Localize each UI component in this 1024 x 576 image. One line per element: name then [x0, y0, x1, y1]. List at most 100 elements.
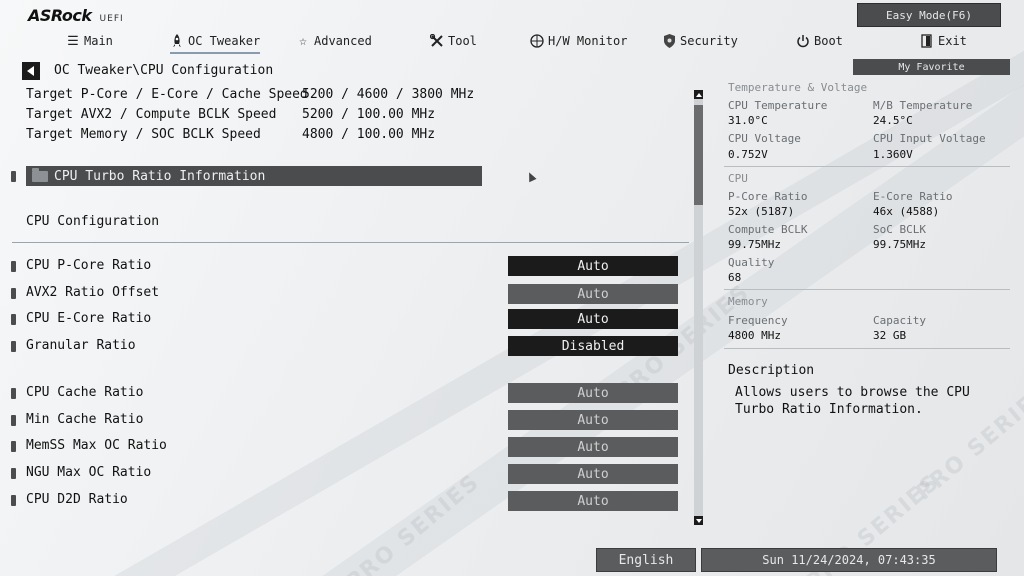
- target-label: Target P-Core / E-Core / Cache Speed: [26, 87, 308, 102]
- row-marker: [11, 468, 16, 479]
- row-marker: [11, 495, 16, 506]
- capacity-value: 32 GB: [873, 329, 907, 342]
- section-title: CPU Configuration: [26, 214, 160, 229]
- tab-label: H/W Monitor: [548, 34, 628, 48]
- language-button[interactable]: English: [596, 548, 696, 572]
- granular-ratio-select[interactable]: Disabled: [508, 336, 678, 356]
- tab-label: Boot: [814, 34, 843, 48]
- option-label: MemSS Max OC Ratio: [26, 438, 167, 453]
- star-icon: ☆: [299, 33, 307, 49]
- tab-main[interactable]: ☰ Main: [66, 30, 113, 52]
- option-label: CPU E-Core Ratio: [26, 311, 152, 326]
- tab-oc-tweaker[interactable]: OC Tweaker: [170, 30, 261, 54]
- compute-bclk-value: 99.75MHz: [728, 238, 781, 251]
- mb-temp-label: M/B Temperature: [873, 99, 973, 112]
- avx2-ratio-offset-select[interactable]: Auto: [508, 284, 678, 304]
- cpu-temp-value: 31.0°C: [728, 114, 768, 127]
- capacity-label: Capacity: [873, 314, 926, 327]
- brand-logo: ASRock UEFI: [28, 6, 124, 25]
- memss-max-oc-ratio-select[interactable]: Auto: [508, 437, 678, 457]
- tab-label: Exit: [938, 34, 967, 48]
- min-cache-ratio-select[interactable]: Auto: [508, 410, 678, 430]
- rocket-icon: [170, 34, 184, 48]
- target-label: Target AVX2 / Compute BCLK Speed: [26, 107, 277, 122]
- compute-bclk-label: Compute BCLK: [728, 223, 808, 236]
- back-button[interactable]: [22, 62, 40, 80]
- tab-label: Security: [680, 34, 738, 48]
- frequency-label: Frequency: [728, 314, 788, 327]
- power-icon: [796, 34, 810, 48]
- list-icon: ☰: [67, 33, 79, 49]
- option-label: CPU P-Core Ratio: [26, 258, 152, 273]
- option-label: AVX2 Ratio Offset: [26, 285, 160, 300]
- tab-advanced[interactable]: ☆ Advanced: [296, 30, 372, 52]
- pcore-ratio-label: P-Core Ratio: [728, 190, 808, 203]
- folder-icon: [32, 167, 48, 182]
- tab-label: Advanced: [314, 34, 372, 48]
- main-nav: ☰ Main OC Tweaker ☆ Advanced Tool H/W Mo…: [0, 30, 1024, 54]
- option-label: Min Cache Ratio: [26, 412, 144, 427]
- option-label: CPU Cache Ratio: [26, 385, 144, 400]
- divider: [724, 166, 1010, 167]
- option-label: NGU Max OC Ratio: [26, 465, 152, 480]
- brand-suffix: UEFI: [99, 14, 124, 24]
- target-value: 5200 / 4600 / 3800 MHz: [302, 87, 475, 102]
- target-label: Target Memory / SOC BCLK Speed: [26, 127, 261, 142]
- row-marker: [11, 261, 16, 272]
- scroll-down-icon[interactable]: [694, 516, 703, 525]
- cpu-cache-ratio-select[interactable]: Auto: [508, 383, 678, 403]
- scrollbar-thumb[interactable]: [694, 105, 703, 205]
- tab-boot[interactable]: Boot: [796, 30, 843, 52]
- divider: [724, 289, 1010, 290]
- ecore-ratio-value: 46x (4588): [873, 205, 940, 218]
- cpu-input-voltage-value: 1.360V: [873, 148, 913, 161]
- row-marker: [11, 171, 16, 182]
- row-marker: [11, 314, 16, 325]
- wrench-icon: [430, 34, 444, 48]
- row-marker: [11, 415, 16, 426]
- soc-bclk-label: SoC BCLK: [873, 223, 926, 236]
- row-marker: [11, 288, 16, 299]
- cpu-voltage-value: 0.752V: [728, 148, 768, 161]
- option-label: Granular Ratio: [26, 338, 136, 353]
- cpu-d2d-ratio-select[interactable]: Auto: [508, 491, 678, 511]
- cpu-turbo-ratio-information[interactable]: CPU Turbo Ratio Information: [26, 166, 482, 186]
- datetime-display: Sun 11/24/2024, 07:43:35: [701, 548, 997, 572]
- brand-name: ASRock: [28, 6, 92, 25]
- target-value: 5200 / 100.00 MHz: [302, 107, 436, 122]
- quality-value: 68: [728, 271, 742, 284]
- pcore-ratio-value: 52x (5187): [728, 205, 795, 218]
- ecore-ratio-label: E-Core Ratio: [873, 190, 953, 203]
- tab-label: Tool: [448, 34, 477, 48]
- row-marker: [11, 341, 16, 352]
- frequency-value: 4800 MHz: [728, 329, 781, 342]
- description-title: Description: [728, 363, 815, 378]
- cpu-temp-label: CPU Temperature: [728, 99, 828, 112]
- tab-label: Main: [84, 34, 113, 48]
- tab-hw-monitor[interactable]: H/W Monitor: [530, 30, 627, 52]
- quality-label: Quality: [728, 256, 775, 269]
- tab-label: OC Tweaker: [188, 34, 261, 48]
- scroll-up-icon[interactable]: [694, 90, 703, 99]
- exit-icon: [920, 34, 934, 48]
- crosshair-icon: [530, 34, 544, 48]
- mouse-cursor-icon: [525, 170, 537, 183]
- my-favorite-button[interactable]: My Favorite: [853, 59, 1010, 75]
- tab-security[interactable]: Security: [662, 30, 738, 52]
- breadcrumb: OC Tweaker\CPU Configuration: [54, 63, 274, 78]
- cpu-e-core-ratio-select[interactable]: Auto: [508, 309, 678, 329]
- mb-temp-value: 24.5°C: [873, 114, 913, 127]
- cpu-voltage-label: CPU Voltage: [728, 132, 801, 145]
- divider: [12, 242, 689, 243]
- tab-exit[interactable]: Exit: [920, 30, 967, 52]
- tab-tool[interactable]: Tool: [430, 30, 477, 52]
- memory-heading: Memory: [728, 295, 768, 308]
- cpu-p-core-ratio-select[interactable]: Auto: [508, 256, 678, 276]
- easy-mode-button[interactable]: Easy Mode(F6): [857, 3, 1001, 27]
- cpu-input-voltage-label: CPU Input Voltage: [873, 132, 986, 145]
- cpu-heading: CPU: [728, 172, 748, 185]
- target-value: 4800 / 100.00 MHz: [302, 127, 436, 142]
- row-marker: [11, 388, 16, 399]
- row-marker: [11, 441, 16, 452]
- ngu-max-oc-ratio-select[interactable]: Auto: [508, 464, 678, 484]
